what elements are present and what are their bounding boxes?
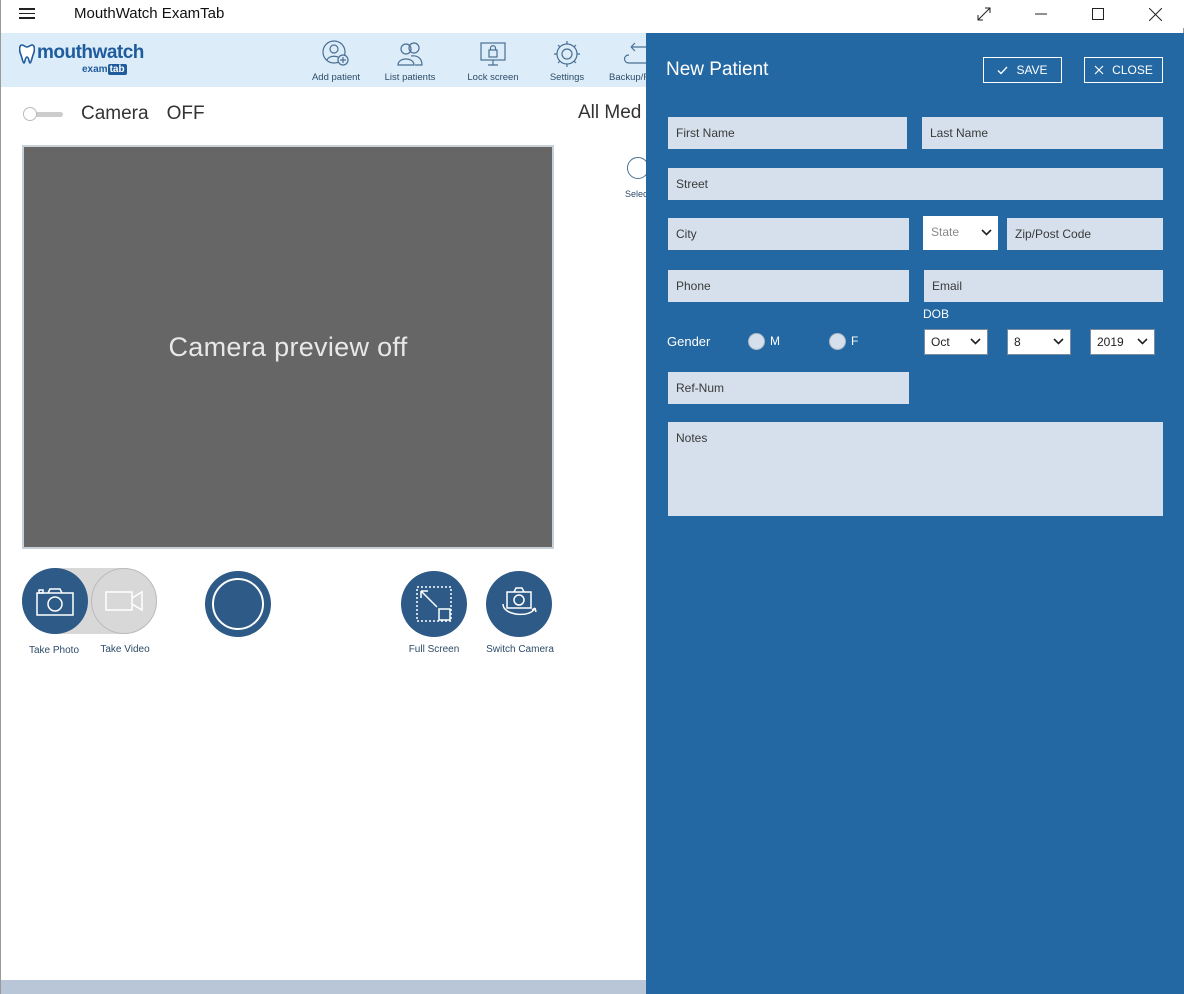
close-window-icon[interactable] [1132,0,1178,28]
camera-icon [36,588,74,616]
all-media-title: All Med [578,102,642,123]
list-patients-button[interactable]: List patients [380,39,440,83]
gender-male-label: M [770,334,780,348]
title-bar: MouthWatch ExamTab [1,0,1184,28]
dob-day-select[interactable]: 8 [1007,329,1071,355]
minimize-icon[interactable] [1018,0,1064,28]
mouthwatch-logo: mouthwatch exam tab [19,39,144,79]
switch-camera-button[interactable] [486,571,552,637]
settings-button[interactable]: Settings [537,39,597,83]
tooth-logo-icon [19,44,35,64]
switch-camera-icon [502,587,537,616]
gender-label: Gender [667,334,711,349]
toolbar: mouthwatch exam tab Add patient List pati… [1,33,646,87]
close-label: CLOSE [1112,63,1153,77]
camera-row: Camera OFF [23,101,205,127]
logo-subtitle: exam tab [82,64,127,75]
backup-label: Backup/R [609,72,646,83]
gender-female-radio[interactable] [829,333,846,350]
chevron-down-icon [981,229,992,236]
chevron-down-icon [1137,338,1148,345]
list-patients-icon [397,42,423,66]
city-field[interactable]: City [668,218,909,250]
last-name-field[interactable]: Last Name [922,117,1163,149]
save-label: SAVE [1016,63,1048,77]
take-photo-button[interactable] [22,568,88,634]
chevron-down-icon [970,338,981,345]
take-video-button[interactable] [91,568,157,634]
hamburger-menu-icon[interactable] [19,5,41,23]
select-media-label: Selec [625,189,648,199]
switch-camera-label: Switch Camera [486,644,554,655]
settings-label: Settings [549,72,585,83]
take-photo-label: Take Photo [28,645,80,656]
camera-toggle[interactable] [23,107,65,121]
lock-screen-icon [480,42,506,66]
full-screen-button[interactable] [401,571,467,637]
bottom-scroll-bar[interactable] [1,980,646,994]
backup-icon [623,42,646,64]
state-select[interactable]: State [923,216,998,250]
dob-year-select[interactable]: 2019 [1090,329,1155,355]
shutter-ring-icon [212,578,264,630]
first-name-field[interactable]: First Name [668,117,907,149]
save-button[interactable]: SAVE [983,57,1062,83]
checkmark-icon [997,66,1008,74]
dob-label: DOB [923,307,950,321]
app-window: MouthWatch ExamTab mouthwatch exam tab Ad… [0,0,1184,994]
shutter-button[interactable] [205,571,271,637]
panel-title: New Patient [666,59,769,80]
logo-wordmark: mouthwatch [37,42,144,63]
lock-screen-button[interactable]: Lock screen [463,39,523,83]
gear-icon [554,41,580,67]
dob-month-select[interactable]: Oct [924,329,988,355]
close-icon [1094,65,1104,75]
new-patient-panel: New Patient SAVE CLOSE First Name Last N… [646,33,1184,994]
camera-label: Camera [81,103,149,124]
add-patient-icon [322,40,349,66]
maximize-icon[interactable] [1075,0,1121,28]
camera-preview-text: Camera preview off [168,331,408,362]
gender-male-radio[interactable] [748,333,765,350]
full-screen-label: Full Screen [408,644,460,655]
add-patient-label: Add patient [311,72,361,83]
ref-num-field[interactable]: Ref-Num [668,372,909,404]
phone-field[interactable]: Phone [668,270,909,302]
app-title: MouthWatch ExamTab [74,5,225,22]
lock-screen-label: Lock screen [467,72,519,83]
zip-field[interactable]: Zip/Post Code [1007,218,1163,250]
video-camera-icon [105,590,143,612]
email-field[interactable]: Email [924,270,1163,302]
full-screen-icon [416,586,452,622]
street-field[interactable]: Street [668,168,1163,200]
camera-state: OFF [166,103,205,124]
backup-button[interactable]: Backup/R [599,39,646,83]
restore-fullscreen-icon[interactable] [961,0,1007,28]
notes-field[interactable]: Notes [668,422,1163,516]
list-patients-label: List patients [384,72,436,83]
take-video-label: Take Video [100,644,150,655]
gender-female-label: F [851,334,859,348]
close-panel-button[interactable]: CLOSE [1084,57,1163,83]
add-patient-button[interactable]: Add patient [306,39,366,83]
chevron-down-icon [1053,338,1064,345]
camera-preview: Camera preview off [22,145,554,549]
